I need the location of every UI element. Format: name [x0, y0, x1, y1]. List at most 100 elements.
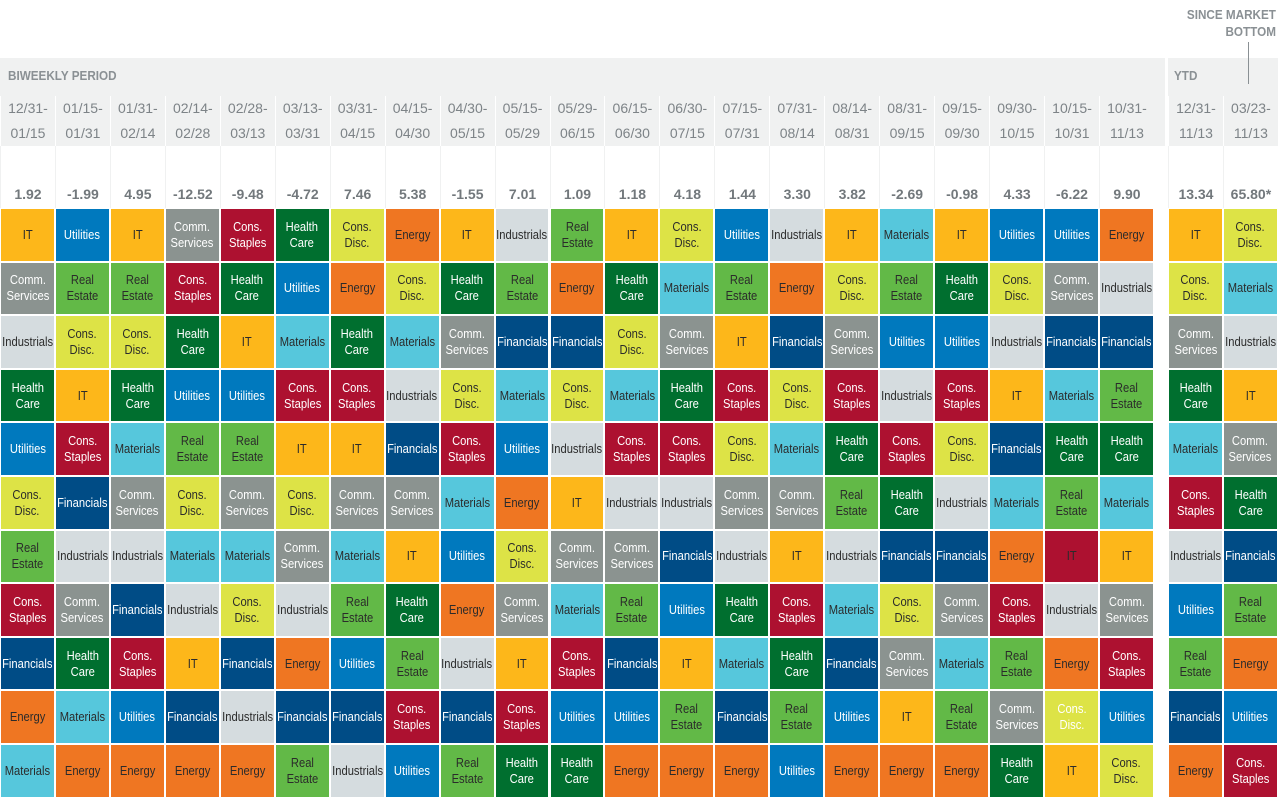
period-label: 07/15- 07/31 [714, 96, 769, 146]
sector-label: Utilities [394, 762, 431, 778]
sector-cell: Energy [604, 743, 660, 798]
sector-cell: IT [109, 208, 165, 262]
sector-label: Industrials [716, 548, 768, 564]
sector-label: IT [407, 548, 418, 564]
sector-cell: Comm. Services [109, 475, 165, 530]
period-return-value: 1.18 [604, 146, 659, 208]
period-label: 08/14- 08/31 [824, 96, 879, 146]
sector-cell: Industrials [879, 368, 935, 423]
sector-label: Cons. Staples [668, 433, 706, 465]
sector-label: Financials [716, 709, 767, 725]
sector-cell: IT [769, 529, 825, 584]
period-label: 12/31- 01/15 [0, 96, 55, 146]
period-label: 05/15- 05/29 [494, 96, 550, 146]
sector-cell: Energy [109, 743, 165, 798]
sector-label: Financials [331, 709, 383, 725]
sector-cell: Cons. Disc. [164, 475, 220, 530]
sector-label: Comm. Services [940, 593, 984, 625]
sector-cell: IT [824, 208, 880, 262]
period-column: 08/14- 08/31 3.82 IT Cons. Disc. Comm. Servi… [824, 96, 880, 798]
sector-label: Materials [719, 655, 765, 671]
sector-label: Comm. Services [1228, 433, 1272, 465]
sector-cell: Energy [1168, 743, 1223, 798]
sector-cell: Materials [824, 583, 880, 637]
sector-cell: Energy [1044, 636, 1099, 691]
sector-label: IT [846, 226, 857, 242]
sector-label: Energy [339, 280, 375, 296]
sector-label: Real Estate [616, 593, 648, 625]
sector-cell: Materials [329, 529, 385, 584]
sector-label: Materials [114, 441, 161, 457]
period-column: 07/31- 08/14 3.30 Industrials Energy Financi… [769, 96, 825, 798]
sector-label: Cons. Staples [613, 433, 651, 465]
sector-cell: Utilities [439, 529, 495, 584]
sector-label: Comm. Services [6, 272, 49, 304]
sector-cell: Materials [0, 743, 55, 798]
period-return-value: 1.44 [714, 146, 769, 208]
sector-cell: Health Care [329, 315, 385, 369]
sector-cell: Comm. Services [1222, 422, 1278, 476]
sector-label: IT [352, 441, 363, 457]
sector-label: IT [1245, 387, 1256, 403]
sector-label: Cons. Staples [118, 647, 157, 679]
sector-cell: IT [549, 475, 605, 530]
period-column: 05/29- 06/15 1.09 Real Estate Energy Financi… [549, 96, 605, 798]
sector-cell: Cons. Disc. [879, 583, 935, 637]
sector-label: Materials [938, 655, 985, 671]
sector-cell: Financials [1222, 529, 1278, 584]
sector-label: Health Care [945, 272, 978, 304]
sector-cell: Industrials [989, 315, 1045, 369]
sector-cell: IT [0, 208, 55, 262]
sector-label: IT [791, 548, 802, 564]
sector-cell: Real Estate [824, 475, 880, 530]
sector-cell: Energy [659, 743, 715, 798]
sector-cell: Comm. Services [54, 583, 110, 637]
sector-cell: Cons. Disc. [604, 315, 660, 369]
sector-cell: Health Care [714, 583, 770, 637]
sector-label: Utilities [1108, 709, 1145, 725]
sector-label: Comm. Services [555, 540, 599, 572]
sector-label: Cons. Staples [997, 593, 1036, 625]
sector-label: Cons. Staples [448, 433, 486, 465]
sector-cell: Comm. Services [164, 208, 220, 262]
sector-cell: Cons. Disc. [1168, 261, 1223, 316]
sector-cell: Utilities [549, 690, 605, 744]
sector-cell: Industrials [54, 529, 110, 584]
sector-label: Materials [609, 387, 655, 403]
sector-label: Real Estate [11, 540, 44, 572]
sector-label: Energy [119, 762, 156, 778]
sector-cell: Health Care [934, 261, 990, 316]
sector-label: IT [736, 333, 747, 349]
sector-label: Health Care [395, 593, 429, 625]
sector-label: Cons. Staples [558, 647, 596, 679]
sector-label: Industrials [1224, 333, 1276, 349]
sector-label: Utilities [64, 226, 101, 242]
sector-cell: Industrials [1168, 529, 1223, 584]
sector-label: Comm. Services [995, 701, 1038, 733]
sector-label: Cons. Staples [723, 379, 761, 411]
sector-label: Financials [441, 709, 493, 725]
period-return-value: 4.18 [659, 146, 714, 208]
sector-cell: Real Estate [109, 261, 165, 316]
since-market-bottom-pointer [1248, 42, 1249, 84]
period-column: 12/31- 11/13 13.34 IT Cons. Disc. Comm. Serv… [1168, 96, 1223, 798]
sector-label: Industrials [991, 333, 1043, 349]
sector-cell: Cons. Staples [329, 368, 385, 423]
period-return-value: 9.90 [1099, 146, 1154, 208]
sector-cell: Cons. Staples [879, 422, 935, 476]
sector-cell: IT [934, 208, 990, 262]
period-return-value: -1.99 [54, 146, 110, 208]
period-return-value: -1.55 [439, 146, 495, 208]
sector-label: Health Care [11, 379, 44, 411]
sector-cell: Financials [109, 583, 165, 637]
sector-cell: Utilities [1044, 208, 1099, 262]
sector-label: Financials [1046, 333, 1097, 349]
sector-cell: Energy [824, 743, 880, 798]
sector-label: Comm. Services [1050, 272, 1093, 304]
sector-label: Financials [661, 548, 713, 564]
period-return-value: -6.22 [1044, 146, 1099, 208]
sector-cell: Cons. Disc. [549, 368, 605, 423]
sector-label: Industrials [221, 709, 273, 725]
sector-label: Health Care [286, 218, 319, 250]
sector-label: Cons. Disc. [122, 325, 152, 357]
